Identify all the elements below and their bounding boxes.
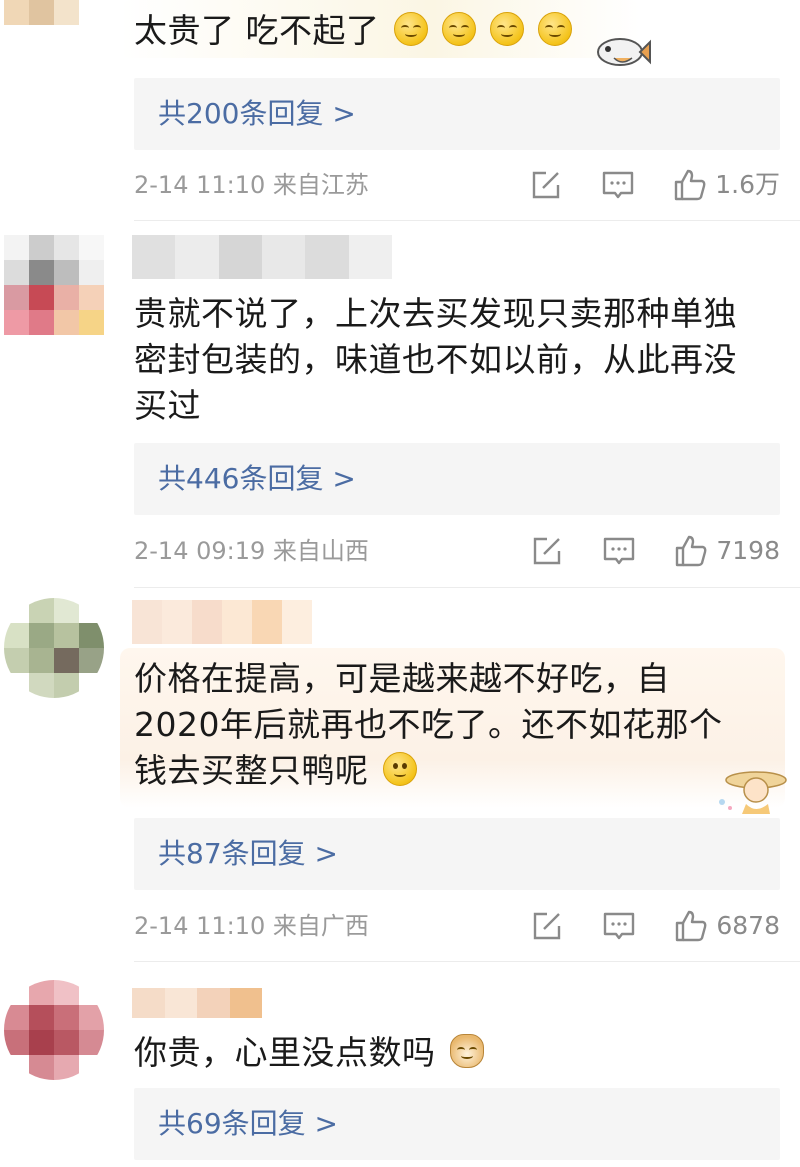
view-replies-button[interactable]: 共200条回复 >	[134, 78, 780, 150]
like-button[interactable]: 7198	[674, 531, 780, 571]
avatar[interactable]	[4, 598, 104, 698]
username-blurred[interactable]	[132, 988, 262, 1018]
comment-text: 贵就不说了，上次去买发现只卖那种单独密封包装的，味道也不如以前，从此再没买过	[134, 294, 737, 425]
comment-item: 贵就不说了，上次去买发现只卖那种单独密封包装的，味道也不如以前，从此再没买过 共…	[0, 221, 800, 587]
fish-decoration-icon	[597, 38, 651, 66]
comment-actions: 6878	[492, 906, 780, 946]
edit-share-icon[interactable]	[530, 909, 564, 943]
smile-emoji	[382, 752, 417, 786]
edit-share-icon[interactable]	[530, 534, 564, 568]
comment-text-content: 你贵，心里没点数吗	[134, 1033, 436, 1072]
eye-roll-emoji	[441, 12, 476, 46]
thumbs-up-icon	[676, 535, 707, 567]
comment-text: 太贵了 吃不起了	[134, 8, 760, 54]
like-count: 7198	[716, 536, 780, 565]
username-blurred[interactable]	[132, 235, 392, 279]
view-replies-button[interactable]: 共446条回复 >	[134, 443, 780, 515]
time-location: 2-14 09:19 来自山西	[134, 537, 369, 565]
comment-text: 价格在提高，可是越来越不好吃，自2020年后就再也不吃了。还不如花那个钱去买整只…	[134, 656, 740, 794]
avatar[interactable]	[4, 980, 104, 1080]
comment-icon[interactable]	[602, 909, 636, 943]
view-replies-button[interactable]: 共69条回复 >	[134, 1088, 780, 1160]
username-blurred[interactable]	[132, 600, 312, 644]
eye-roll-emoji	[489, 12, 524, 46]
view-replies-button[interactable]: 共87条回复 >	[134, 818, 780, 890]
comment-meta: 2-14 09:19 来自山西 7198	[134, 531, 780, 571]
avatar[interactable]	[4, 235, 104, 335]
time-location: 2-14 11:10 来自江苏	[134, 171, 369, 199]
like-count: 1.6万	[715, 170, 780, 199]
like-count: 6878	[716, 911, 780, 940]
girl-with-hat-decoration-icon	[719, 771, 787, 814]
comment-actions: 1.6万	[491, 165, 780, 205]
comment-text-content: 价格在提高，可是越来越不好吃，自2020年后就再也不吃了。还不如花那个钱去买整只…	[134, 659, 723, 790]
like-button[interactable]: 1.6万	[673, 165, 780, 205]
comment-icon[interactable]	[601, 168, 635, 202]
comment-actions: 7198	[492, 531, 780, 571]
comment-meta: 2-14 11:10 来自江苏 1.6万	[134, 165, 780, 205]
thumbs-up-icon	[675, 169, 706, 201]
comment-item: 你贵，心里没点数吗 共69条回复 >	[0, 962, 800, 1167]
comment-item: 太贵了 吃不起了 共200条回复 > 2-14 11:10 来自江苏 1.6万	[0, 0, 800, 220]
comment-meta: 2-14 11:10 来自广西 6878	[134, 906, 780, 946]
comment-icon[interactable]	[602, 534, 636, 568]
eye-roll-emoji	[537, 12, 572, 46]
comment-text-content: 太贵了 吃不起了	[134, 11, 380, 50]
eye-roll-emoji	[393, 12, 428, 46]
time-location: 2-14 11:10 来自广西	[134, 912, 369, 940]
like-button[interactable]: 6878	[674, 906, 780, 946]
comment-text: 你贵，心里没点数吗	[134, 1030, 760, 1076]
thumbs-up-icon	[676, 910, 707, 942]
edit-share-icon[interactable]	[529, 168, 563, 202]
avatar[interactable]	[4, 0, 104, 50]
doge-emoji	[449, 1034, 484, 1068]
comment-item: 价格在提高，可是越来越不好吃，自2020年后就再也不吃了。还不如花那个钱去买整只…	[0, 588, 800, 961]
